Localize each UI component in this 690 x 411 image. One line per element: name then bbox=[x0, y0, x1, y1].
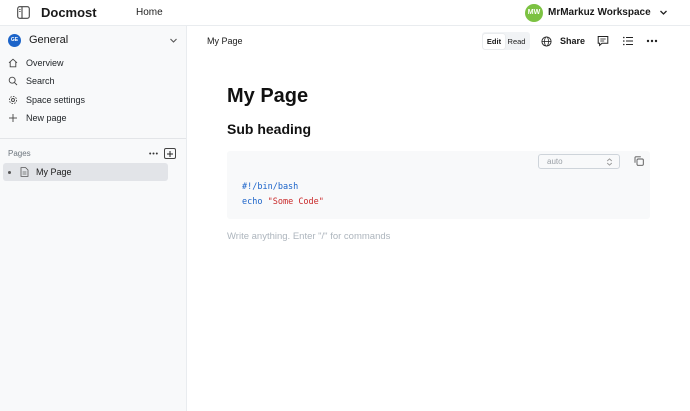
search-icon bbox=[8, 76, 18, 86]
chevron-down-icon bbox=[170, 38, 177, 43]
sidebar-item-new-page[interactable]: New page bbox=[8, 110, 178, 126]
breadcrumb[interactable]: My Page bbox=[207, 36, 243, 46]
page-title[interactable]: My Page bbox=[227, 85, 308, 108]
table-of-contents-icon[interactable] bbox=[622, 35, 634, 47]
home-link[interactable]: Home bbox=[136, 7, 163, 18]
workspace-avatar: MW bbox=[525, 3, 543, 22]
copy-icon[interactable] bbox=[634, 156, 644, 166]
edit-read-toggle[interactable]: Edit Read bbox=[482, 32, 530, 50]
code-language-select[interactable]: auto bbox=[538, 154, 620, 169]
comment-icon[interactable] bbox=[597, 35, 609, 47]
sidebar-item-search[interactable]: Search bbox=[8, 73, 178, 89]
code-line: echo "Some Code" bbox=[242, 195, 324, 210]
top-bar: Docmost Home MW MrMarkuz Workspace bbox=[0, 0, 690, 26]
workspace-name: MrMarkuz Workspace bbox=[548, 7, 651, 18]
code-keyword: echo bbox=[242, 197, 263, 207]
add-page-button[interactable] bbox=[164, 148, 176, 159]
pages-menu-button[interactable] bbox=[147, 148, 159, 159]
code-shebang: #!/bin/bash bbox=[242, 182, 299, 192]
app-logo-text[interactable]: Docmost bbox=[41, 5, 97, 20]
sidebar-item-label: Overview bbox=[26, 58, 64, 68]
home-icon bbox=[8, 58, 18, 68]
selector-icon bbox=[606, 158, 613, 166]
dots-horizontal-icon bbox=[148, 152, 158, 155]
share-button[interactable]: Share bbox=[541, 34, 585, 48]
sidebar-item-label: Space settings bbox=[26, 95, 86, 105]
globe-icon bbox=[541, 35, 552, 47]
workspace-menu-button[interactable]: MW MrMarkuz Workspace bbox=[525, 3, 668, 22]
code-content[interactable]: #!/bin/bash echo "Some Code" bbox=[242, 180, 324, 210]
editor-placeholder[interactable]: Write anything. Enter "/" for commands bbox=[227, 231, 390, 242]
space-name: General bbox=[29, 34, 69, 46]
tree-bullet-icon[interactable] bbox=[8, 170, 11, 174]
sidebar: GE General Overview Search Space setting… bbox=[0, 26, 187, 411]
pages-section-label: Pages bbox=[8, 149, 31, 158]
code-string: "Some Code" bbox=[267, 197, 324, 207]
chevron-down-icon bbox=[659, 10, 667, 15]
plus-icon bbox=[167, 150, 173, 157]
code-line: #!/bin/bash bbox=[242, 180, 324, 195]
document-icon bbox=[20, 167, 29, 177]
plus-icon bbox=[9, 114, 17, 122]
code-language-value: auto bbox=[547, 157, 563, 166]
sidebar-item-label: Search bbox=[26, 76, 55, 86]
sidebar-item-overview[interactable]: Overview bbox=[8, 55, 178, 71]
read-mode-button[interactable]: Read bbox=[505, 34, 528, 49]
space-switcher[interactable]: GE General bbox=[8, 32, 180, 48]
sidebar-item-label: New page bbox=[26, 113, 67, 123]
code-block[interactable]: auto #!/bin/bash echo "Some Code" bbox=[227, 151, 650, 219]
page-tree-item[interactable]: My Page bbox=[3, 163, 168, 181]
page-tree-item-label: My Page bbox=[36, 167, 72, 177]
sidebar-divider bbox=[0, 138, 186, 139]
sidebar-toggle-icon[interactable] bbox=[17, 6, 30, 19]
more-options-icon[interactable] bbox=[646, 35, 658, 47]
edit-mode-button[interactable]: Edit bbox=[483, 33, 505, 49]
sub-heading[interactable]: Sub heading bbox=[227, 121, 311, 137]
sidebar-item-space-settings[interactable]: Space settings bbox=[8, 92, 178, 108]
space-avatar: GE bbox=[8, 33, 21, 47]
share-button-label: Share bbox=[560, 36, 586, 46]
gear-icon bbox=[8, 95, 18, 105]
